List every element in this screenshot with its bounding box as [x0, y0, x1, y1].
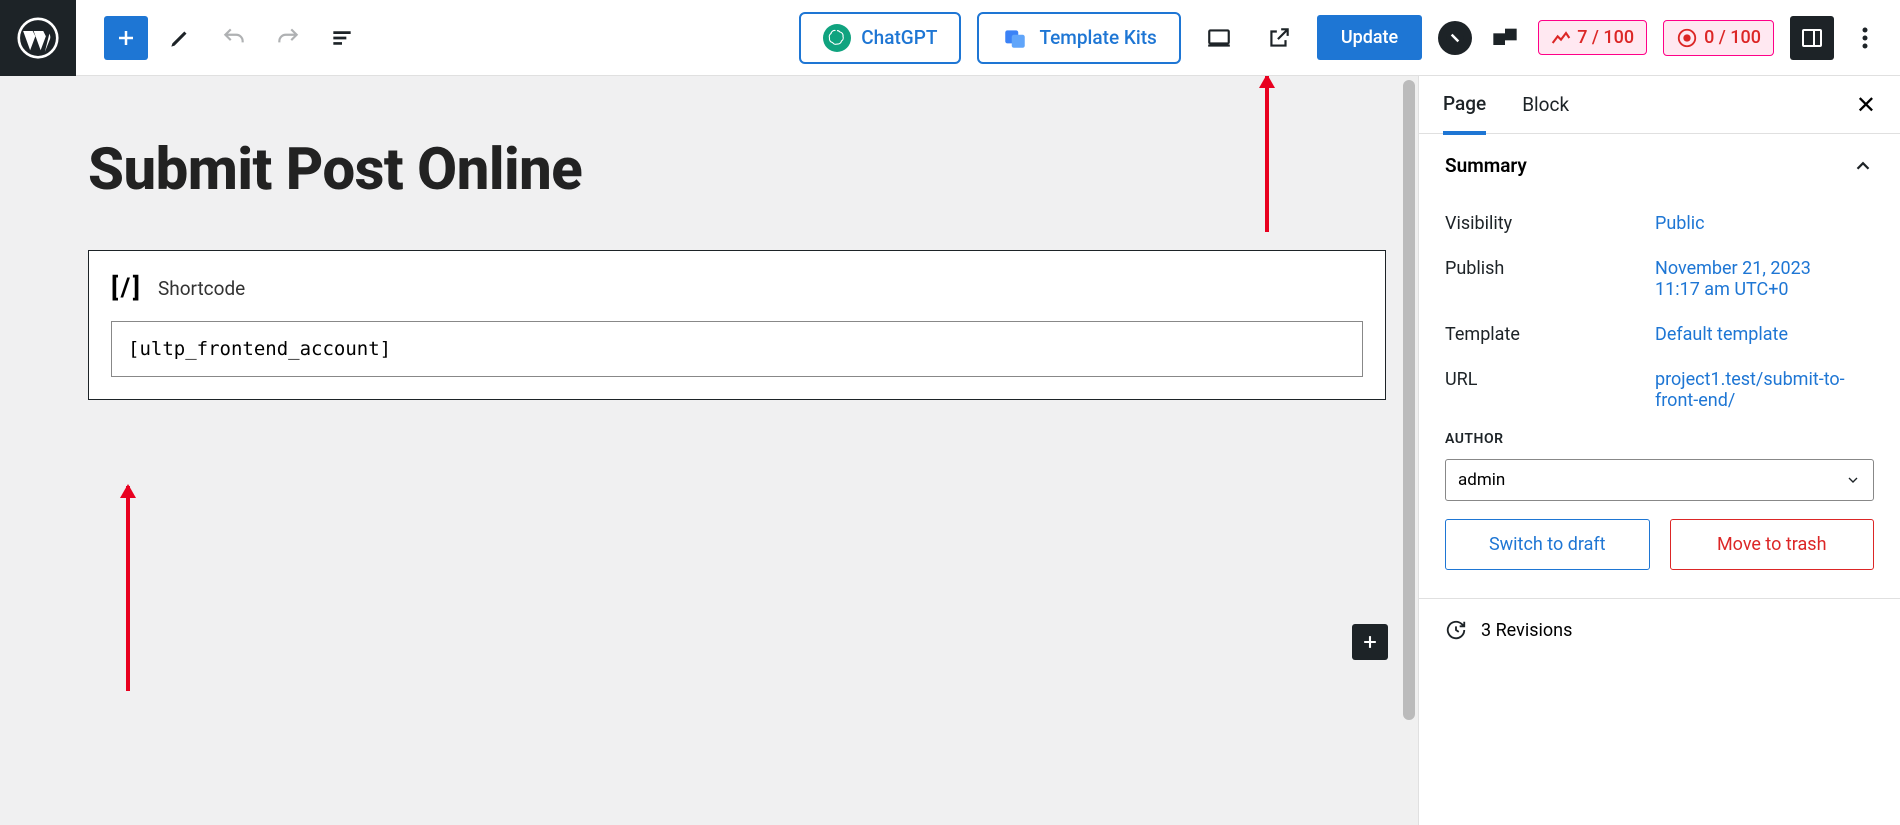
template-kits-button[interactable]: Template Kits [977, 12, 1180, 64]
add-block-inline-button[interactable] [1352, 624, 1388, 660]
url-label: URL [1445, 369, 1655, 411]
view-page-button[interactable] [1257, 16, 1301, 60]
chevron-up-icon [1852, 155, 1874, 177]
close-sidebar-button[interactable]: ✕ [1856, 91, 1876, 119]
revisions-button[interactable]: 3 Revisions [1419, 598, 1900, 661]
undo-button[interactable] [212, 16, 256, 60]
chevron-down-icon [1845, 472, 1861, 488]
content-score-badge[interactable]: 0 / 100 [1663, 20, 1774, 56]
tab-page[interactable]: Page [1443, 76, 1486, 135]
url-value[interactable]: project1.test/submit-to-front-end/ [1655, 369, 1845, 411]
options-menu-button[interactable] [1850, 16, 1880, 60]
author-select[interactable]: admin [1445, 459, 1874, 501]
update-button[interactable]: Update [1317, 15, 1422, 60]
publish-time[interactable]: 11:17 am UTC+0 [1655, 279, 1789, 300]
add-block-button[interactable] [104, 16, 148, 60]
shortcode-block[interactable]: [ / ] Shortcode [88, 250, 1386, 400]
author-label: AUTHOR [1445, 423, 1874, 459]
template-value[interactable]: Default template [1655, 324, 1788, 345]
template-kits-label: Template Kits [1039, 26, 1156, 49]
annotation-arrow-shortcode [126, 486, 130, 691]
seo-score-icon [1551, 30, 1571, 46]
template-label: Template [1445, 324, 1655, 345]
switch-to-draft-button[interactable]: Switch to draft [1445, 519, 1650, 570]
seo-score-badge[interactable]: 7 / 100 [1538, 20, 1647, 55]
template-kits-icon [1001, 24, 1029, 52]
revisions-icon [1445, 619, 1467, 641]
shortcode-input[interactable] [111, 321, 1363, 377]
shortcode-icon: [ / ] [111, 273, 138, 303]
visibility-label: Visibility [1445, 213, 1655, 234]
chatgpt-icon [823, 24, 851, 52]
publish-label: Publish [1445, 258, 1655, 300]
summary-panel-toggle[interactable]: Summary [1419, 134, 1900, 197]
settings-sidebar-toggle[interactable] [1790, 16, 1834, 60]
page-title[interactable]: Submit Post Online [88, 136, 1386, 204]
move-to-trash-button[interactable]: Move to trash [1670, 519, 1875, 570]
wordpress-logo[interactable] [0, 0, 76, 76]
tab-block[interactable]: Block [1522, 77, 1569, 132]
content-score-icon [1676, 27, 1698, 49]
redo-button[interactable] [266, 16, 310, 60]
settings-sidebar: Page Block ✕ Summary Visibility Public P… [1418, 76, 1900, 825]
shortcode-label: Shortcode [158, 277, 245, 300]
visibility-value[interactable]: Public [1655, 213, 1705, 234]
edit-tool-button[interactable] [158, 16, 202, 60]
plugin-icon-2[interactable] [1488, 21, 1522, 55]
chatgpt-button[interactable]: ChatGPT [799, 12, 961, 64]
editor-canvas[interactable]: Submit Post Online [ / ] Shortcode [0, 76, 1418, 825]
document-overview-button[interactable] [320, 16, 364, 60]
view-desktop-button[interactable] [1197, 16, 1241, 60]
publish-date[interactable]: November 21, 2023 [1655, 258, 1811, 279]
plugin-icon-1[interactable] [1438, 21, 1472, 55]
editor-scrollbar[interactable] [1400, 76, 1418, 825]
chatgpt-label: ChatGPT [861, 26, 937, 49]
